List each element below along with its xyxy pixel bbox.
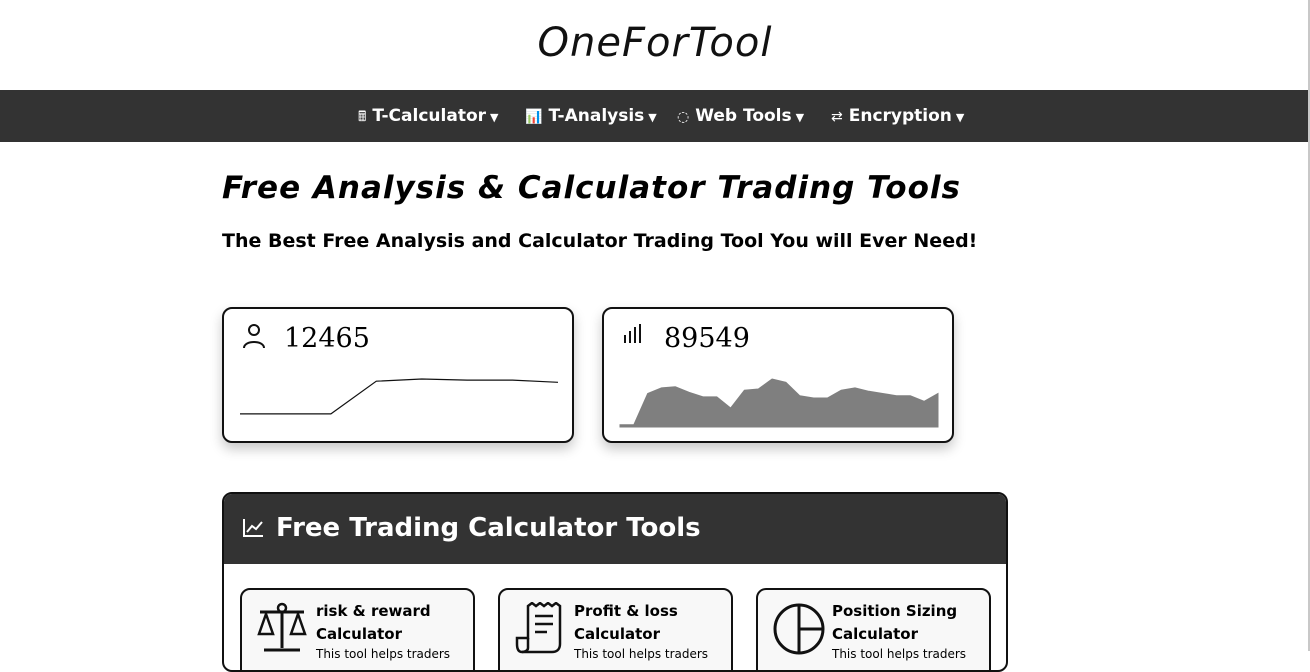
site-title[interactable]: OneForTool	[538, 20, 773, 66]
swap-arrows-icon: ⇄	[831, 109, 843, 125]
caret-down-icon: ▼	[490, 111, 499, 124]
users-sparkline	[240, 378, 559, 415]
pie-chart-icon	[772, 602, 826, 660]
tool-description: This tool helps traders	[832, 647, 967, 661]
nav-label: Web Tools	[695, 106, 792, 126]
caret-down-icon: ▼	[648, 111, 657, 124]
bar-chart-icon: 📊	[525, 109, 543, 125]
calculator-icon: 🖩	[358, 109, 367, 125]
nav-item-t-calculator[interactable]: 🖩 T-Calculator ▼	[358, 90, 498, 142]
site-header: OneForTool	[0, 0, 1310, 90]
tool-title: risk & reward Calculator	[316, 602, 431, 643]
tool-title: Position Sizing Calculator	[832, 602, 958, 643]
sparkline-series	[619, 378, 939, 428]
tool-title: Profit & loss Calculator	[574, 602, 678, 643]
receipt-icon	[514, 601, 566, 658]
tools-panel: Free Trading Calculator Tools risk & rew…	[222, 492, 1008, 672]
caret-down-icon: ▼	[955, 111, 965, 124]
sparkline-series	[240, 378, 559, 415]
nav-label: Encryption	[848, 106, 952, 126]
nav-label: T-Calculator	[372, 106, 487, 126]
tool-card-profit-loss[interactable]: Profit & loss Calculator This tool helps…	[498, 588, 733, 670]
stat-value-visits: 89549	[664, 323, 750, 354]
line-chart-icon	[242, 518, 264, 542]
tool-card-risk-reward[interactable]: risk & reward Calculator This tool helps…	[240, 588, 475, 670]
page-subtitle: The Best Free Analysis and Calculator Tr…	[222, 230, 978, 252]
stat-value-users: 12465	[284, 323, 370, 354]
nav-label: T-Analysis	[548, 106, 645, 126]
nav-item-encryption[interactable]: ⇄ Encryption ▼	[831, 90, 964, 142]
page-title: Free Analysis & Calculator Trading Tools	[222, 170, 961, 206]
nav-item-t-analysis[interactable]: 📊 T-Analysis ▼	[525, 90, 657, 142]
stat-card-visits: 89549	[602, 307, 954, 443]
user-icon	[242, 323, 266, 353]
tools-panel-title: Free Trading Calculator Tools	[276, 513, 701, 543]
tools-panel-header: Free Trading Calculator Tools	[224, 494, 1006, 564]
signal-bars-icon	[622, 323, 644, 349]
main-navbar: 🖩 T-Calculator ▼ 📊 T-Analysis ▼ ◌ Web Tools ▼ …	[0, 90, 1308, 142]
scales-icon	[256, 602, 308, 658]
tool-description: This tool helps traders	[316, 647, 451, 661]
globe-icon: ◌	[677, 109, 690, 125]
visits-sparkline	[619, 378, 939, 428]
tool-card-position-sizing[interactable]: Position Sizing Calculator This tool hel…	[756, 588, 991, 670]
nav-item-web-tools[interactable]: ◌ Web Tools ▼	[677, 90, 804, 142]
caret-down-icon: ▼	[795, 111, 805, 124]
tool-description: This tool helps traders	[574, 647, 709, 661]
stat-card-users: 12465	[222, 307, 574, 443]
